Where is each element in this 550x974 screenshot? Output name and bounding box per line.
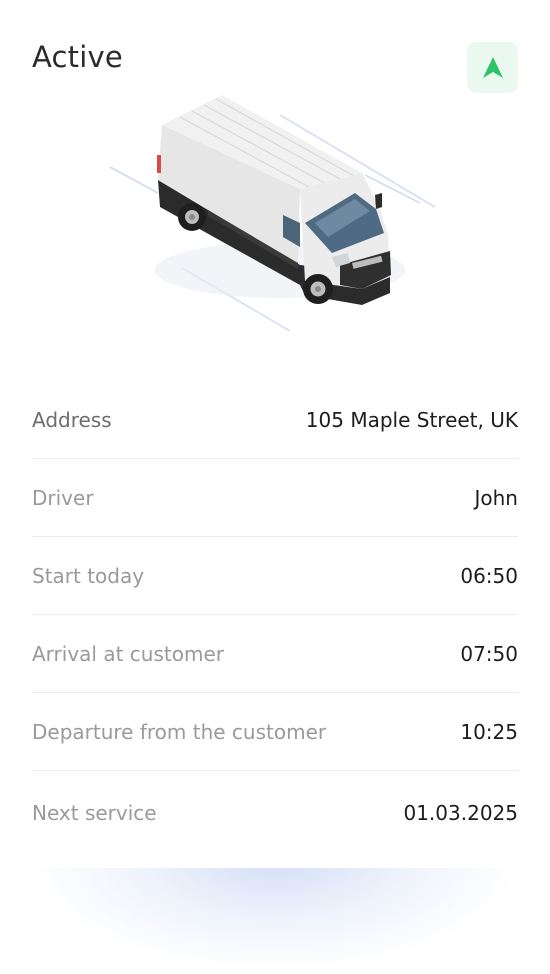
detail-value: 105 Maple Street, UK: [305, 407, 518, 432]
van-image: [109, 95, 436, 332]
detail-label: Start today: [32, 563, 145, 588]
detail-row-address: Address 105 Maple Street, UK: [32, 381, 518, 459]
vehicle-card: Active Address 105 Maple Street, UK Driv…: [0, 0, 550, 868]
detail-value: John: [474, 485, 519, 510]
detail-value: 06:50: [460, 563, 518, 588]
detail-row-start-today: Start today 06:50: [32, 537, 518, 615]
detail-label: Arrival at customer: [32, 641, 224, 666]
detail-label: Next service: [32, 801, 157, 825]
detail-label: Address: [32, 407, 112, 432]
detail-row-arrival: Arrival at customer 07:50: [32, 615, 518, 693]
detail-row-departure: Departure from the customer 10:25: [32, 693, 518, 771]
detail-row-next-service: Next service 01.03.2025: [32, 771, 518, 855]
details-list: Address 105 Maple Street, UK Driver John…: [32, 381, 518, 855]
navigation-arrow-icon: [482, 56, 503, 78]
detail-value: 10:25: [460, 719, 518, 744]
status-title: Active: [32, 40, 123, 74]
detail-label: Departure from the customer: [32, 719, 327, 744]
detail-row-driver: Driver John: [32, 459, 518, 537]
detail-label: Driver: [32, 485, 94, 510]
card-shadow: [35, 858, 515, 968]
detail-value: 01.03.2025: [403, 801, 518, 825]
navigate-button[interactable]: [467, 42, 518, 93]
detail-value: 07:50: [460, 641, 518, 666]
